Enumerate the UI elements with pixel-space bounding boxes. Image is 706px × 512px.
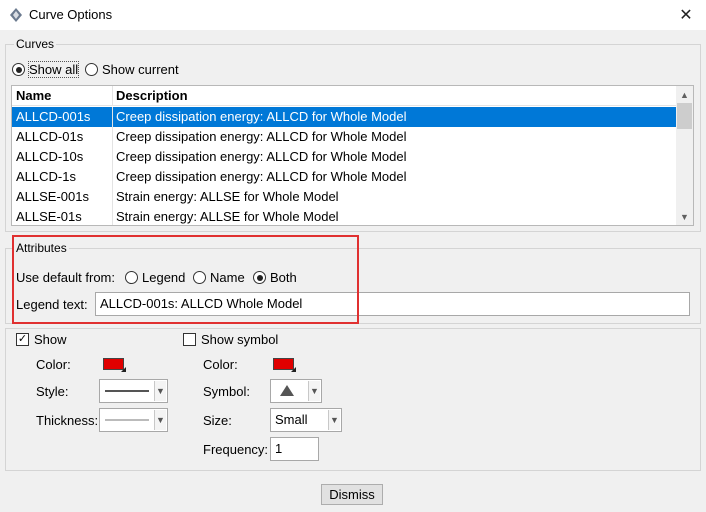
scrollbar-thumb[interactable] [677, 103, 692, 129]
show-symbol-label: Show symbol [201, 332, 279, 347]
curve-description: Strain energy: ALLSE for Whole Model [116, 189, 339, 204]
column-separator [112, 187, 113, 207]
show-line-label: Show [34, 332, 67, 347]
check-icon: ✓ [16, 333, 29, 346]
curve-description: Creep dissipation energy: ALLCD for Whol… [116, 109, 407, 124]
curve-row[interactable]: ALLCD-01s Creep dissipation energy: ALLC… [12, 127, 677, 147]
curve-name: ALLCD-10s [16, 149, 84, 164]
title-bar: Curve Options ✕ [0, 0, 706, 30]
column-header-description[interactable]: Description [116, 88, 188, 103]
line-thickness-dropdown[interactable]: ▼ [99, 408, 168, 432]
frequency-input[interactable]: 1 [270, 437, 319, 461]
radio-unselected-icon [85, 63, 98, 76]
column-separator [112, 107, 113, 127]
curves-group-label: Curves [14, 37, 57, 51]
list-header: Name Description [12, 86, 677, 106]
curves-list[interactable]: Name Description ALLCD-001s Creep dissip… [11, 85, 694, 226]
chevron-down-icon: ▼ [308, 381, 320, 401]
show-current-label: Show current [102, 62, 179, 77]
highlight-annotation-box [12, 235, 359, 324]
radio-selected-icon [12, 63, 25, 76]
curve-row[interactable]: ALLCD-1s Creep dissipation energy: ALLCD… [12, 167, 677, 187]
curve-name: ALLCD-1s [16, 169, 76, 184]
show-current-radio[interactable]: Show current [85, 62, 179, 77]
line-style-label: Style: [36, 384, 69, 399]
thin-line-icon [105, 419, 149, 421]
column-separator [112, 127, 113, 147]
symbol-color-swatch[interactable] [273, 358, 296, 372]
line-thickness-label: Thickness: [36, 413, 99, 428]
chevron-down-icon: ▼ [154, 381, 166, 401]
curve-row[interactable]: ALLSE-01s Strain energy: ALLSE for Whole… [12, 207, 677, 225]
column-separator [112, 147, 113, 167]
symbol-type-dropdown[interactable]: ▼ [270, 379, 322, 403]
column-separator [112, 86, 113, 106]
curve-name: ALLSE-01s [16, 209, 82, 224]
chevron-down-icon: ▼ [154, 410, 166, 430]
curve-name: ALLCD-01s [16, 129, 84, 144]
abaqus-icon [10, 8, 22, 22]
curve-description: Creep dissipation energy: ALLCD for Whol… [116, 149, 407, 164]
curve-row[interactable]: ALLCD-10s Creep dissipation energy: ALLC… [12, 147, 677, 167]
frequency-label: Frequency: [203, 442, 269, 457]
show-line-checkbox[interactable]: ✓ Show [16, 332, 67, 347]
close-icon[interactable]: ✕ [674, 3, 698, 27]
show-symbol-checkbox[interactable]: Show symbol [183, 332, 278, 347]
curve-name: ALLCD-001s [16, 109, 91, 124]
line-style-dropdown[interactable]: ▼ [99, 379, 168, 403]
list-scrollbar[interactable]: ▲ ▼ [676, 86, 693, 225]
column-header-name[interactable]: Name [16, 88, 51, 103]
line-color-label: Color: [36, 357, 71, 372]
symbol-color-label: Color: [203, 357, 238, 372]
symbol-size-label: Size: [203, 413, 232, 428]
column-separator [112, 207, 113, 225]
curve-description: Creep dissipation energy: ALLCD for Whol… [116, 169, 407, 184]
symbol-size-dropdown[interactable]: Small ▼ [270, 408, 342, 432]
curve-row[interactable]: ALLCD-001s Creep dissipation energy: ALL… [12, 107, 677, 127]
column-separator [112, 167, 113, 187]
line-color-swatch[interactable] [103, 358, 126, 372]
unchecked-box-icon [183, 333, 196, 346]
triangle-icon [280, 385, 294, 396]
chevron-up-icon[interactable]: ▲ [676, 86, 693, 103]
dismiss-button[interactable]: Dismiss [321, 484, 383, 505]
curve-description: Creep dissipation energy: ALLCD for Whol… [116, 129, 407, 144]
curve-description: Strain energy: ALLSE for Whole Model [116, 209, 339, 224]
symbol-type-label: Symbol: [203, 384, 250, 399]
solid-line-icon [105, 390, 149, 392]
chevron-down-icon: ▼ [328, 410, 340, 430]
window-title: Curve Options [29, 7, 113, 22]
curve-name: ALLSE-001s [16, 189, 89, 204]
curve-row[interactable]: ALLSE-001s Strain energy: ALLSE for Whol… [12, 187, 677, 207]
symbol-size-value: Small [275, 412, 308, 427]
show-all-label: Show all [27, 61, 80, 78]
chevron-down-icon[interactable]: ▼ [676, 208, 693, 225]
show-all-radio[interactable]: Show all [12, 61, 80, 78]
